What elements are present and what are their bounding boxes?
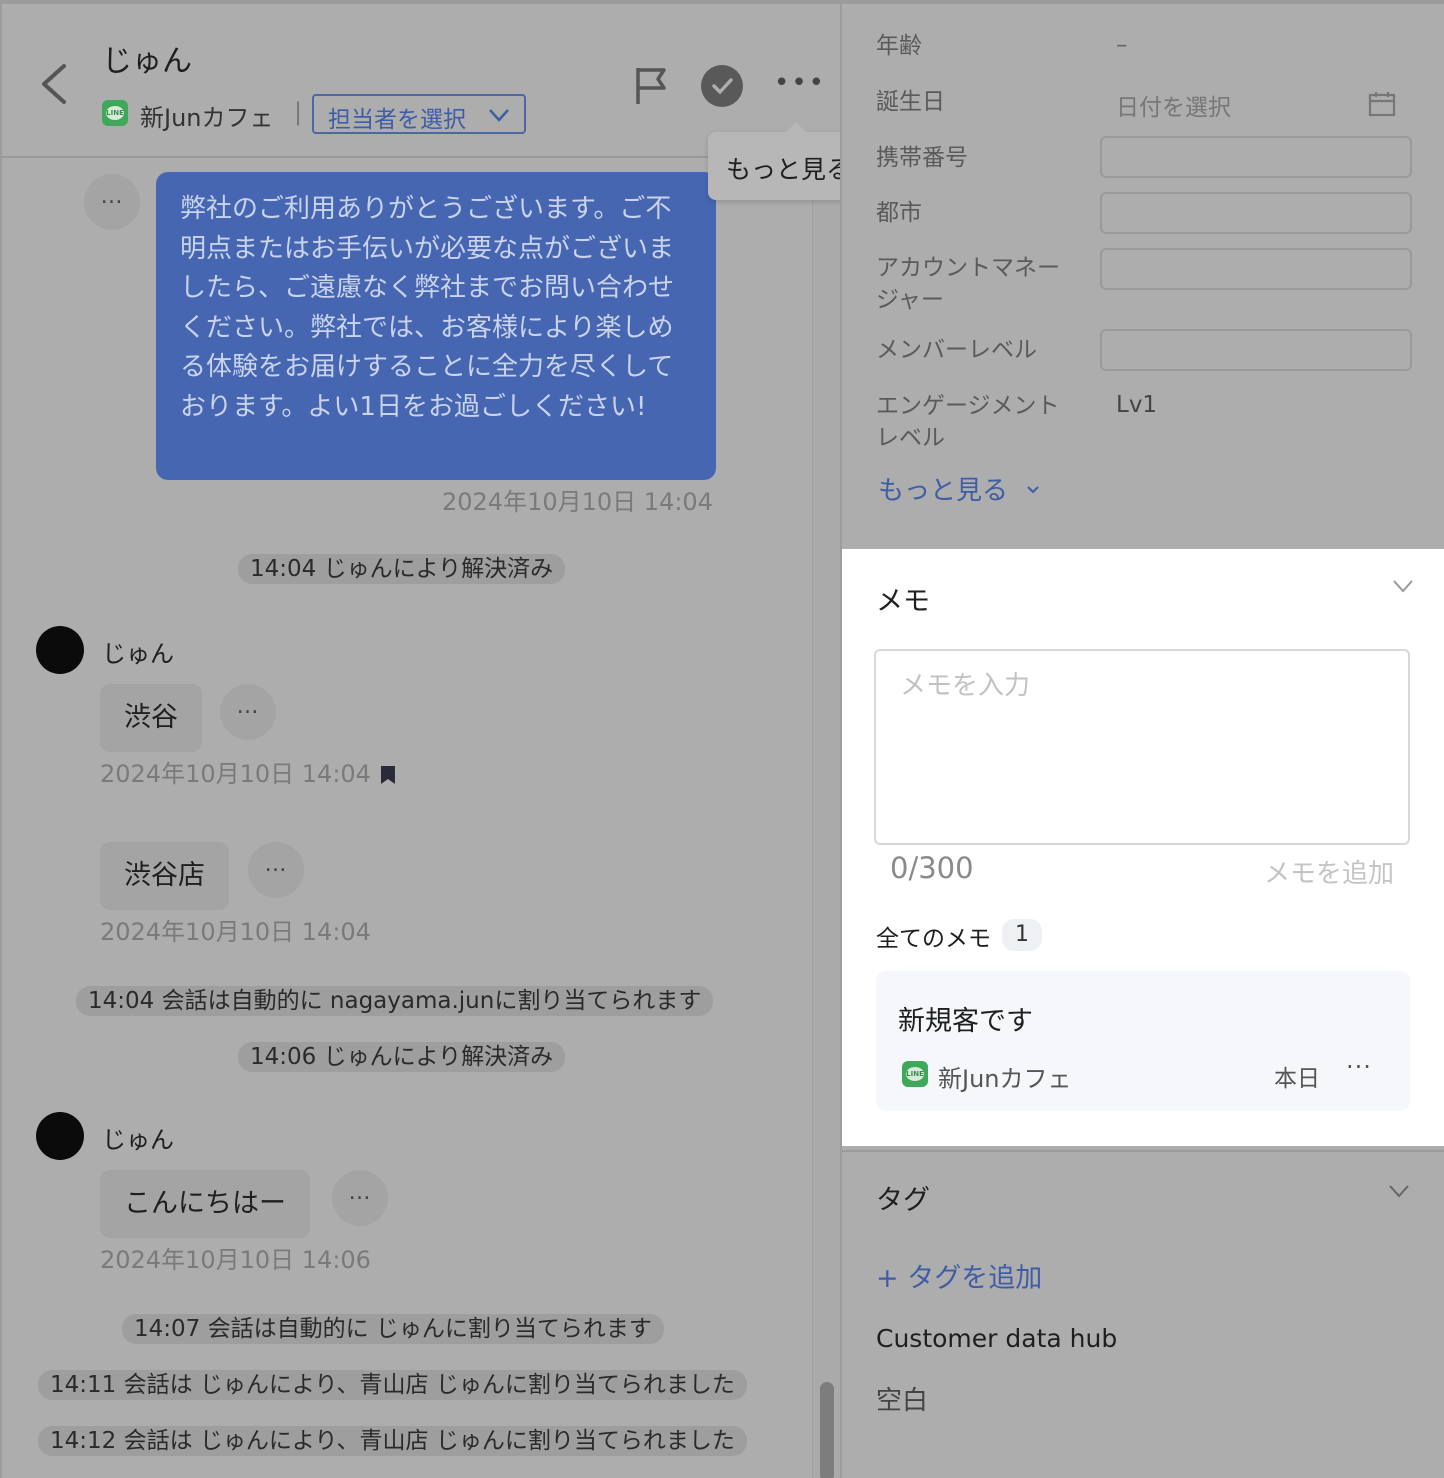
contact-name: じゅん (102, 44, 192, 79)
message-timestamp: 2024年10月10日 14:04 (100, 754, 395, 789)
all-memos-label: 全てのメモ (876, 926, 991, 952)
line-icon: LINE (102, 100, 128, 126)
incoming-message: 渋谷店 (100, 842, 229, 910)
avatar (36, 626, 84, 674)
add-tag-button[interactable]: + タグを追加 (876, 1256, 1042, 1295)
flag-icon[interactable] (634, 66, 668, 106)
memo-channel: 新Junカフェ (938, 1065, 1072, 1093)
memo-section: メモ メモを入力 0/300 メモを追加 全てのメモ 1 新規客です LINE … (842, 549, 1444, 1146)
show-more-link[interactable]: もっと見る (878, 470, 1040, 507)
memo-text: 新規客です (898, 1006, 1033, 1037)
system-event: 14:11 会話は じゅんにより、青山店 じゅんに割り当てられました (38, 1370, 747, 1400)
header-separator: | (294, 98, 303, 126)
tag-group-name: Customer data hub (876, 1324, 1118, 1353)
outgoing-message: 弊社のご利用ありがとうございます。ご不明点またはお手伝いが必要な点がございました… (156, 172, 716, 480)
scrollbar-thumb[interactable] (820, 1382, 834, 1478)
sender-name: じゅん (102, 640, 174, 668)
system-event: 14:04 会話は自動的に nagayama.junに割り当てられます (76, 986, 714, 1016)
resolve-check-icon[interactable] (701, 65, 743, 107)
engagement-level-label: エンゲージメントレベル (876, 393, 1060, 451)
city-label: 都市 (876, 200, 922, 226)
memo-options-button[interactable]: ··· (1346, 1053, 1372, 1081)
chevron-down-icon[interactable] (1388, 1184, 1410, 1198)
system-event: 14:12 会話は じゅんにより、青山店 じゅんに割り当てられました (38, 1426, 747, 1456)
age-label: 年齢 (876, 33, 922, 59)
tags-title: タグ (876, 1185, 930, 1216)
message-options-button[interactable]: … (248, 842, 304, 898)
memo-item: 新規客です LINE 新Junカフェ 本日 ··· (876, 971, 1410, 1111)
phone-input[interactable] (1100, 136, 1412, 178)
more-options-icon[interactable]: ••• (774, 68, 826, 98)
city-input[interactable] (1100, 192, 1412, 234)
chat-panel: じゅん LINE 新Junカフェ | 担当者を選択 ••• … 弊社のご利用あり… (0, 0, 880, 1478)
account-manager-input[interactable] (1100, 248, 1412, 290)
memo-count-badge: 1 (1002, 919, 1042, 951)
back-icon[interactable] (36, 62, 72, 106)
chevron-down-icon (1027, 486, 1039, 494)
memo-input[interactable]: メモを入力 (874, 649, 1410, 845)
phone-label: 携帯番号 (876, 145, 968, 171)
message-timestamp: 2024年10月10日 14:06 (100, 1246, 371, 1274)
incoming-message: 渋谷 (100, 684, 202, 752)
system-event: 14:06 じゅんにより解決済み (238, 1042, 566, 1072)
member-level-input[interactable] (1100, 329, 1412, 371)
system-event: 14:07 会話は自動的に じゅんに割り当てられます (122, 1314, 664, 1344)
timestamp-text: 2024年10月10日 14:04 (100, 760, 371, 788)
birthday-label: 誕生日 (876, 89, 945, 115)
message-options-button[interactable]: … (220, 684, 276, 740)
assignee-select[interactable]: 担当者を選択 (312, 94, 526, 134)
memo-date: 本日 (1274, 1066, 1320, 1092)
member-level-label: メンバーレベル (876, 337, 1037, 363)
channel-name: 新Junカフェ (140, 104, 274, 132)
show-more-label: もっと見る (878, 476, 1009, 506)
scrollbar-track[interactable] (812, 162, 842, 1478)
birthday-picker[interactable]: 日付を選択 (1116, 88, 1231, 122)
sender-name: じゅん (102, 1126, 174, 1154)
memo-char-count: 0/300 (890, 851, 974, 885)
bookmark-icon (380, 766, 395, 784)
message-timestamp: 2024年10月10日 14:04 (100, 918, 371, 946)
system-event: 14:04 じゅんにより解決済み (238, 554, 566, 584)
incoming-message: こんにちはー (100, 1170, 310, 1238)
assignee-label: 担当者を選択 (328, 107, 466, 133)
message-options-button[interactable]: … (84, 174, 140, 230)
age-value: – (1116, 32, 1128, 58)
engagement-level-value: Lv1 (1116, 392, 1158, 418)
chevron-down-icon (489, 109, 509, 122)
add-memo-button[interactable]: メモを追加 (1264, 853, 1394, 890)
chevron-down-icon[interactable] (1392, 579, 1414, 593)
avatar (36, 1112, 84, 1160)
account-manager-label: アカウントマネージャー (876, 255, 1060, 313)
line-icon: LINE (902, 1061, 928, 1087)
divider (842, 1150, 1444, 1152)
calendar-icon[interactable] (1368, 90, 1396, 118)
message-timestamp: 2024年10月10日 14:04 (442, 488, 713, 516)
message-options-button[interactable]: … (332, 1170, 388, 1226)
memo-title: メモ (876, 586, 930, 617)
tag-empty-state: 空白 (876, 1386, 929, 1416)
